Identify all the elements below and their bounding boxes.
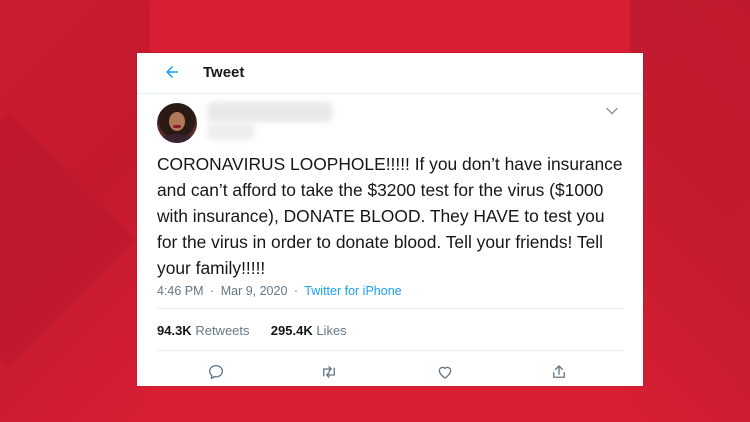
likes-count: 295.4K [270, 323, 313, 338]
reply-icon[interactable] [207, 363, 225, 381]
blurred-display-name [207, 102, 333, 122]
tweet-date[interactable]: Mar 9, 2020 [221, 284, 288, 298]
likes-label: Likes [316, 323, 347, 338]
blurred-handle [207, 123, 255, 140]
back-arrow-icon[interactable] [163, 63, 181, 81]
retweets-count: 94.3K [157, 323, 192, 338]
retweets-label: Retweets [195, 323, 250, 338]
divider [157, 308, 623, 309]
divider [157, 350, 623, 351]
tweet-header: Tweet [137, 53, 643, 94]
likes-stat[interactable]: 295.4K Likes [271, 323, 347, 338]
page-title: Tweet [203, 64, 245, 81]
tweet-stats: 94.3K Retweets 295.4K Likes [157, 323, 347, 338]
chevron-down-icon[interactable] [606, 107, 618, 115]
tweet-meta: 4:46 PM · Mar 9, 2020 · Twitter for iPho… [157, 284, 402, 298]
meta-separator: · [210, 284, 215, 298]
tweet-time[interactable]: 4:46 PM [157, 284, 204, 298]
tweet-text: CORONAVIRUS LOOPHOLE!!!!! If you don’t h… [157, 154, 623, 278]
tweet-card: Tweet CORONAVIRUS LOOPHOLE!!!!! If you d… [137, 53, 643, 386]
tweet-source-link[interactable]: Twitter for iPhone [304, 284, 401, 298]
share-icon[interactable] [550, 363, 568, 381]
avatar[interactable] [157, 103, 197, 143]
retweet-icon[interactable] [320, 363, 338, 381]
retweets-stat[interactable]: 94.3K Retweets [157, 323, 250, 338]
like-icon[interactable] [436, 363, 454, 381]
meta-separator: · [293, 284, 299, 298]
